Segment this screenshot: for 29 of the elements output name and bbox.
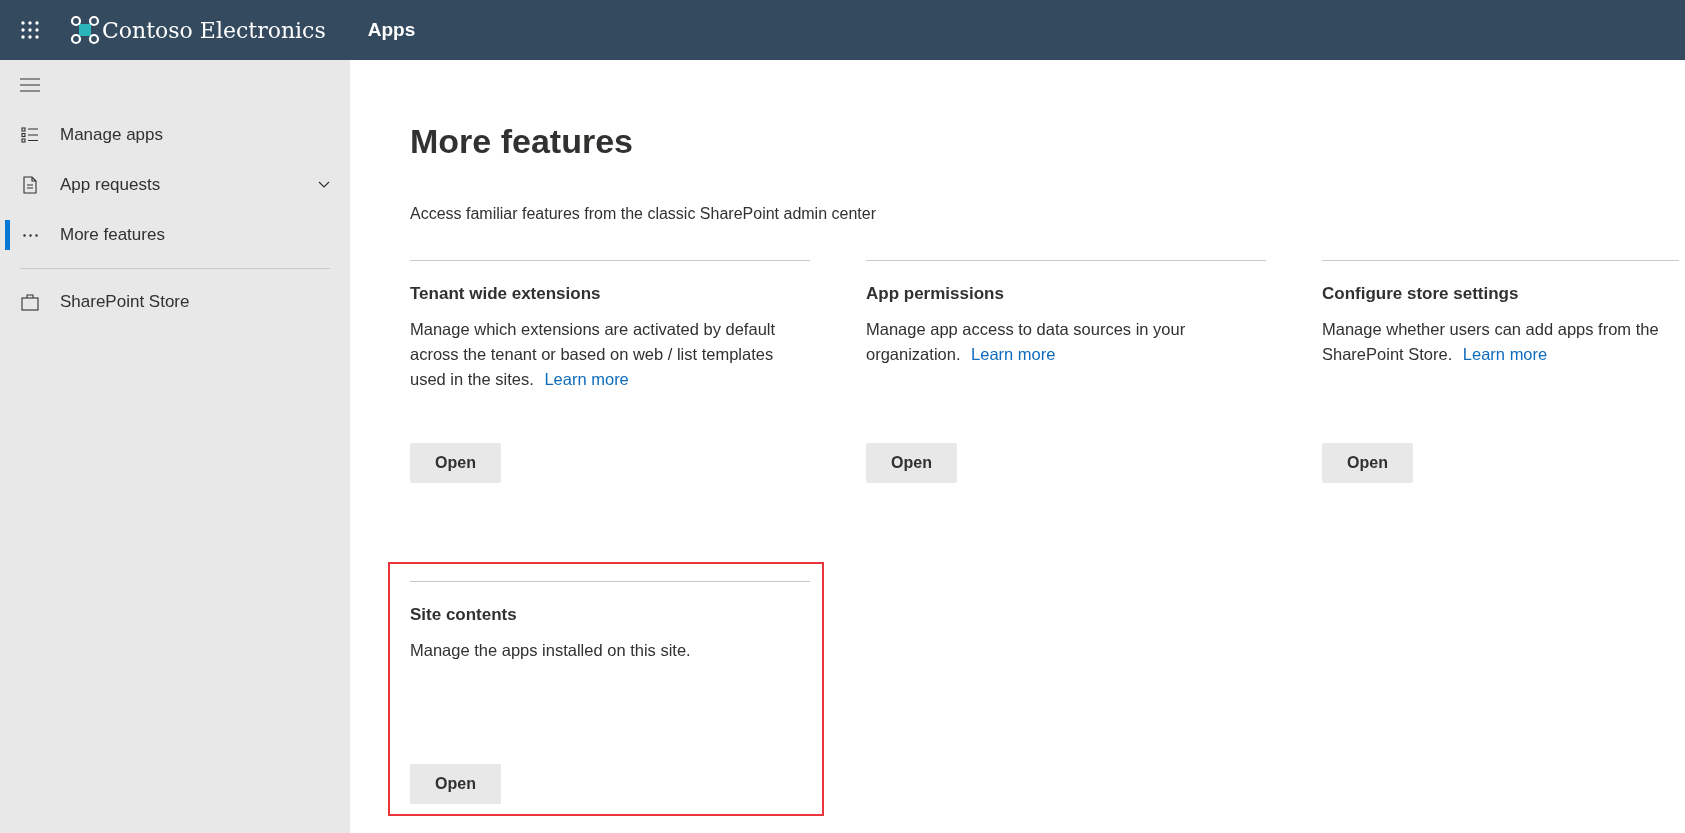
card-description: Manage whether users can add apps from the SharePoint Store. Learn more (1322, 318, 1660, 365)
card-description: Manage which extensions are activated by default across the tenant or based on web / list templates used in the sites. Learn more (410, 318, 777, 390)
open-button[interactable]: Open (1322, 443, 1413, 483)
learn-more-link[interactable]: Learn more (544, 369, 629, 388)
card-title: Configure store settings (1322, 283, 1520, 305)
page-title: More features (410, 121, 634, 162)
page-subtitle: Access familiar features from the classic SharePoint admin center (410, 204, 877, 224)
app-title: Apps (367, 17, 416, 42)
document-icon (20, 175, 40, 195)
card-title: Site contents (410, 604, 518, 626)
brand-name: Contoso Electronics (102, 16, 326, 45)
sidebar-item[interactable]: Manage apps (0, 110, 350, 160)
learn-more-link[interactable]: Learn more (971, 344, 1056, 363)
more-icon (22, 233, 38, 237)
logo-icon (70, 15, 100, 45)
shopping-bag-icon (20, 292, 40, 312)
card-title: Tenant wide extensions (410, 283, 602, 305)
card-description: Manage app access to data sources in your organization. Learn more (866, 318, 1187, 365)
learn-more-link[interactable]: Learn more (1462, 344, 1548, 363)
chevron-down-icon (318, 181, 330, 189)
card-description: Manage the apps installed on this site. (410, 639, 692, 661)
sidebar-item[interactable]: SharePoint Store (0, 277, 350, 327)
sidebar-item[interactable]: App requests (0, 160, 350, 210)
open-button[interactable]: Open (866, 443, 957, 483)
open-button[interactable]: Open (410, 443, 501, 483)
list-icon (20, 125, 40, 145)
selection-indicator (5, 220, 10, 250)
open-button[interactable]: Open (410, 764, 501, 804)
card-title: App permissions (866, 283, 1005, 305)
